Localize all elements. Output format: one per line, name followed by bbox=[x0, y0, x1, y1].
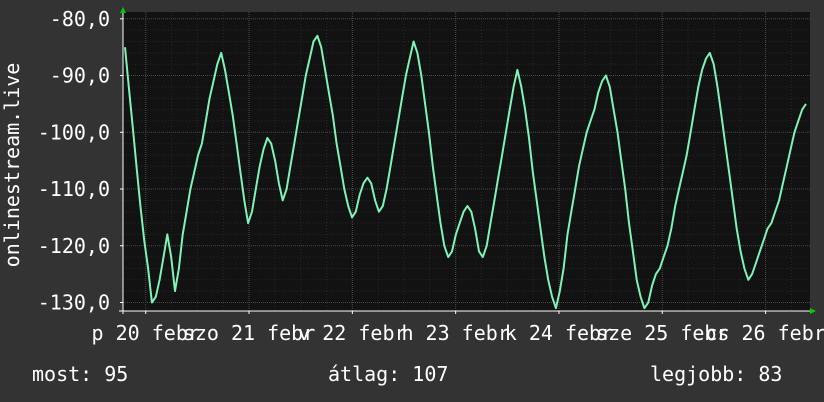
x-tick-label: szo 21 febr bbox=[183, 321, 315, 345]
x-tick-label: cs 26 febr bbox=[705, 321, 824, 345]
best-value: legjobb: 83 bbox=[650, 362, 783, 386]
average-value: átlag: 107 bbox=[328, 362, 449, 386]
y-tick-label: -120,0 bbox=[38, 234, 110, 258]
y-tick-label: -90,0 bbox=[50, 64, 110, 88]
current-value: most: 95 bbox=[32, 362, 129, 386]
y-axis-label: onlinestream.live bbox=[0, 63, 24, 268]
y-tick-label: -110,0 bbox=[38, 177, 110, 201]
y-tick-label: -130,0 bbox=[38, 290, 110, 314]
y-tick-label: -100,0 bbox=[38, 120, 110, 144]
x-tick-label: h 23 febr bbox=[401, 321, 509, 345]
line-chart: p 20 febrszo 21 febrv 22 febrh 23 febrk … bbox=[0, 0, 824, 402]
x-tick-label: v 22 febr bbox=[298, 321, 406, 345]
y-tick-label: -80,0 bbox=[50, 7, 110, 31]
